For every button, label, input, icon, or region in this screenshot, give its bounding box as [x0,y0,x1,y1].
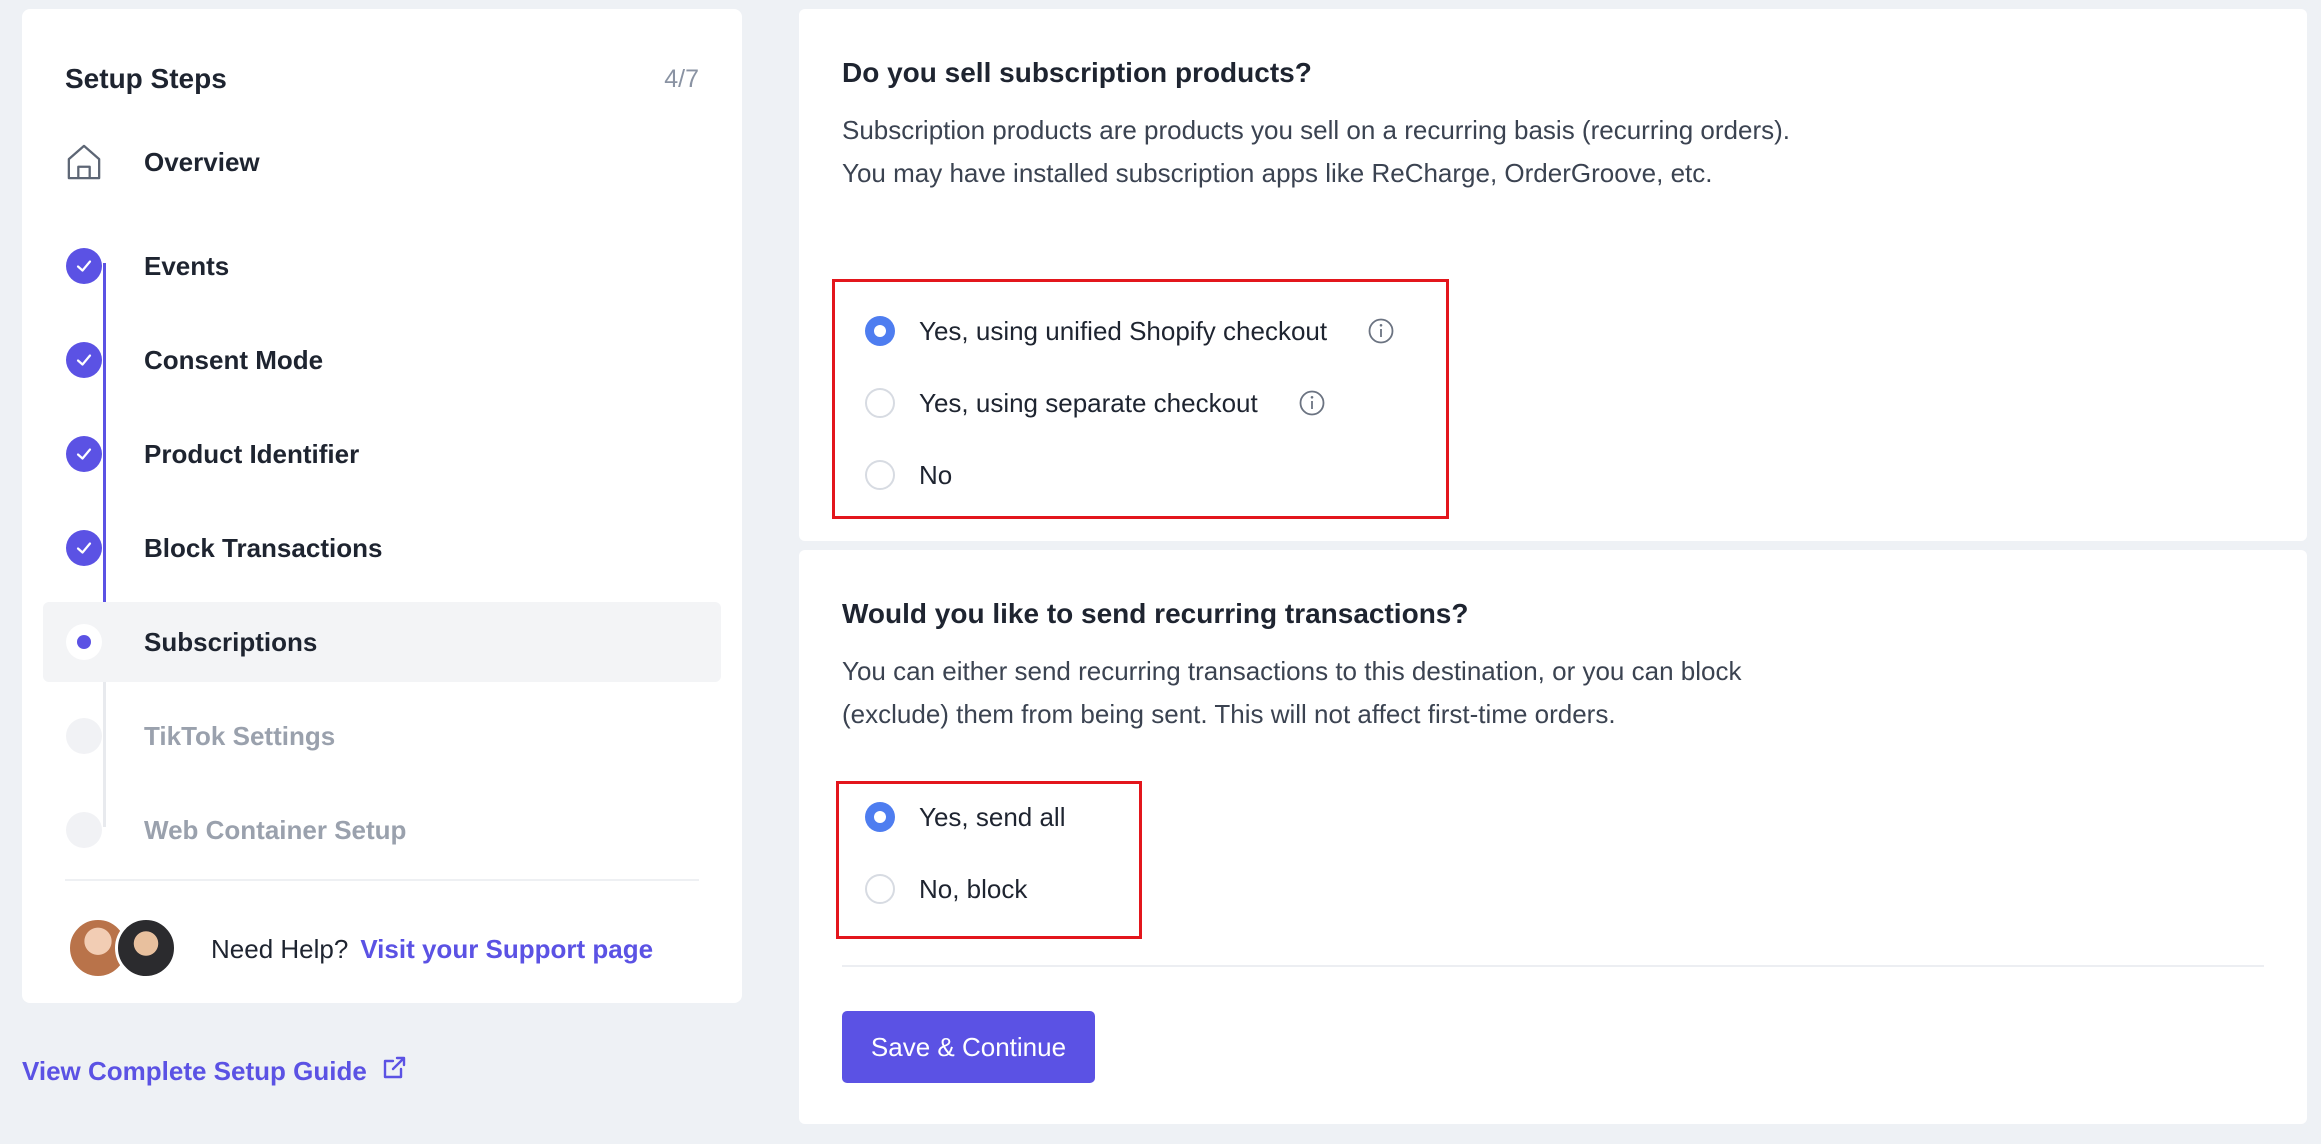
step-label: Product Identifier [144,438,360,469]
info-icon[interactable] [1298,389,1326,417]
option-send-all[interactable]: Yes, send all [865,797,1065,837]
radio-button[interactable] [865,874,895,904]
home-icon [66,144,102,180]
save-continue-button[interactable]: Save & Continue [842,1011,1095,1083]
support-page-link[interactable]: Visit your Support page [360,934,653,965]
question-description: You can either send recurring transactio… [842,656,1742,729]
step-overview[interactable]: Overview [43,122,721,202]
question-title: Do you sell subscription products? [842,57,1312,88]
option-label: No, block [919,873,1028,904]
setup-progress-count: 4/7 [664,64,699,93]
option-separate-checkout[interactable]: Yes, using separate checkout [865,383,1326,423]
step-label: Events [144,250,230,281]
step-product-identifier[interactable]: Product Identifier [43,414,721,494]
divider [65,879,699,881]
step-label: TikTok Settings [144,720,336,751]
setup-steps-title: Setup Steps [65,63,227,94]
help-section: Need Help? Visit your Support page [65,914,653,984]
recurring-transactions-card: Would you like to send recurring transac… [799,550,2307,1124]
support-avatars [65,917,185,981]
setup-guide-label: View Complete Setup Guide [22,1056,367,1086]
recurring-options-group: Yes, send all No, block [836,781,1142,939]
step-block-transactions[interactable]: Block Transactions [43,508,721,588]
step-label: Overview [144,146,260,177]
option-block[interactable]: No, block [865,869,1027,909]
check-icon [66,248,102,284]
radio-button[interactable] [865,460,895,490]
option-label: No [919,459,953,490]
info-icon[interactable] [1367,317,1395,345]
step-label: Web Container Setup [144,814,407,845]
step-subscriptions[interactable]: Subscriptions [43,602,721,682]
avatar [115,917,177,979]
option-label: Yes, using unified Shopify checkout [919,315,1328,346]
option-label: Yes, send all [919,801,1066,832]
subscription-products-card: Do you sell subscription products? Subsc… [799,9,2307,541]
pending-step-icon [66,718,102,754]
divider [842,965,2264,967]
step-label: Subscriptions [144,626,318,657]
step-web-container-setup[interactable]: Web Container Setup [43,790,721,870]
step-events[interactable]: Events [43,226,721,306]
question-description: Subscription products are products you s… [842,115,1790,188]
option-unified-checkout[interactable]: Yes, using unified Shopify checkout [865,311,1395,351]
check-icon [66,530,102,566]
option-no[interactable]: No [865,455,952,495]
step-label: Consent Mode [144,344,324,375]
step-label: Block Transactions [144,532,383,563]
pending-step-icon [66,812,102,848]
check-icon [66,342,102,378]
external-link-icon [381,1055,407,1088]
check-icon [66,436,102,472]
current-step-dot-icon [66,624,102,660]
subscription-options-group: Yes, using unified Shopify checkout Yes,… [832,279,1449,519]
step-consent-mode[interactable]: Consent Mode [43,320,721,400]
option-label: Yes, using separate checkout [919,387,1258,418]
help-text: Need Help? [211,933,349,964]
setup-steps-panel: Setup Steps 4/7 Overview Events Consent … [22,9,742,1003]
radio-button[interactable] [865,388,895,418]
radio-button[interactable] [865,316,895,346]
setup-steps-header: Setup Steps 4/7 [65,63,699,95]
question-title: Would you like to send recurring transac… [842,598,1469,629]
setup-guide-link[interactable]: View Complete Setup Guide [22,1055,407,1088]
step-tiktok-settings[interactable]: TikTok Settings [43,696,721,776]
radio-button[interactable] [865,802,895,832]
